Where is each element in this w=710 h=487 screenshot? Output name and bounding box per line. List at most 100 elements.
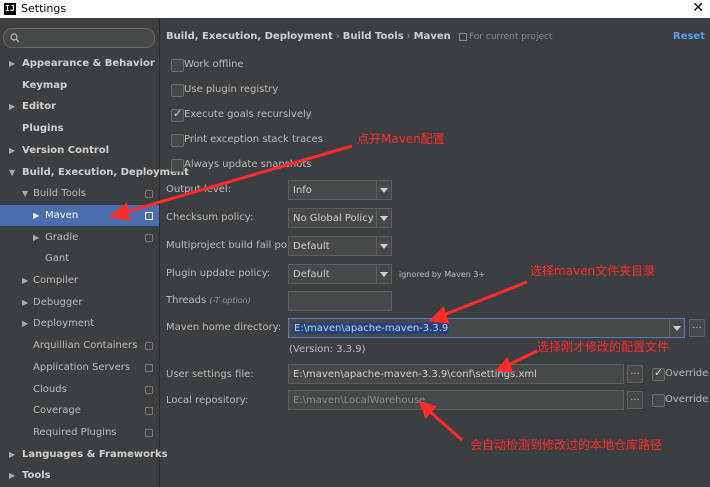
scope-note-label: For current project	[468, 32, 553, 42]
project-scope-icon	[145, 234, 153, 242]
user-settings-input[interactable]: E:\maven\apache-maven-3.3.9\conf\setting…	[288, 364, 624, 384]
chevron-down-icon	[376, 265, 391, 283]
checksum-policy-label: Checksum policy:	[166, 212, 254, 223]
sidebar-item-label: Debugger	[33, 297, 83, 308]
title-bar: IJ Settings ✕	[0, 0, 710, 18]
maven-home-select[interactable]: E:\maven\apache-maven-3.3.9	[288, 318, 685, 338]
local-repo-browse-button[interactable]: ...	[627, 391, 643, 409]
chevron-right-icon[interactable]: ▶	[33, 205, 39, 226]
search-input[interactable]	[3, 28, 155, 48]
checksum-policy-select[interactable]: No Global Policy	[288, 208, 392, 228]
plugin-update-policy-label: Plugin update policy:	[166, 268, 271, 279]
chevron-right-icon[interactable]: ▶	[22, 313, 28, 334]
user-settings-label: User settings file:	[166, 369, 254, 380]
sidebar-item-label: Keymap	[22, 80, 68, 91]
sidebar-item-debugger[interactable]: ▶ Debugger	[0, 292, 159, 313]
chevron-right-icon[interactable]: ▶	[9, 465, 15, 486]
user-settings-browse-button[interactable]: ...	[627, 365, 643, 383]
checkbox-box[interactable]	[171, 84, 184, 97]
chevron-right-icon[interactable]: ▶	[9, 444, 15, 465]
checkbox-box[interactable]	[652, 394, 665, 407]
sidebar-item-version-control[interactable]: ▶ Version Control	[0, 140, 159, 161]
sidebar-item-build-tools[interactable]: ▼ Build Tools	[0, 183, 159, 204]
sidebar-item-coverage[interactable]: Coverage	[0, 400, 159, 421]
sidebar-item-label: Clouds	[33, 384, 67, 395]
sidebar-item-compiler[interactable]: ▶ Compiler	[0, 270, 159, 291]
checkbox-label: Print exception stack traces	[184, 134, 323, 145]
project-scope-icon	[145, 386, 153, 394]
sidebar-item-tools[interactable]: ▶ Tools	[0, 465, 159, 486]
chevron-right-icon[interactable]: ▶	[22, 292, 28, 313]
project-scope-icon	[145, 190, 153, 198]
maven-home-label: Maven home directory:	[166, 322, 282, 333]
sidebar-item-label: Arquillian Containers	[33, 340, 138, 351]
chevron-right-icon[interactable]: ▶	[9, 96, 15, 117]
checkbox-box[interactable]	[171, 159, 184, 172]
annotation-open-maven: 点开Maven配置	[357, 132, 445, 146]
sidebar-item-label: Application Servers	[33, 362, 131, 373]
sidebar-item-deployment[interactable]: ▶ Deployment	[0, 313, 159, 334]
checkbox-label: Work offline	[184, 59, 244, 70]
threads-input[interactable]	[288, 291, 392, 311]
local-repo-input[interactable]: E:\maven\LocalWarehouse	[288, 390, 624, 410]
sidebar-item-plugins[interactable]: Plugins	[0, 118, 159, 139]
chevron-down-icon[interactable]: ▼	[22, 183, 28, 204]
checkbox-box[interactable]	[171, 134, 184, 147]
sidebar-item-clouds[interactable]: Clouds	[0, 379, 159, 400]
checkbox-box[interactable]: ✓	[652, 366, 665, 381]
project-scope-icon	[458, 32, 467, 41]
breadcrumb: Build, Execution, Deployment › Build Tools…	[166, 31, 552, 42]
project-scope-icon	[145, 407, 153, 415]
sidebar-item-arquillian-containers[interactable]: Arquillian Containers	[0, 335, 159, 356]
multiproject-policy-value: Default	[293, 241, 330, 252]
sidebar-item-application-servers[interactable]: Application Servers	[0, 357, 159, 378]
maven-home-value: E:\maven\apache-maven-3.3.9	[293, 323, 450, 334]
reset-link[interactable]: Reset	[673, 31, 705, 42]
checksum-policy-value: No Global Policy	[293, 213, 374, 224]
maven-home-browse-button[interactable]: ...	[689, 319, 705, 337]
breadcrumb-item: Build, Execution, Deployment	[166, 31, 333, 42]
chevron-right-icon[interactable]: ▶	[9, 140, 15, 161]
close-icon[interactable]: ✕	[692, 0, 704, 16]
chevron-down-icon	[376, 181, 391, 199]
sidebar-item-build-execution-deployment[interactable]: ▼ Build, Execution, Deployment	[0, 162, 189, 183]
breadcrumb-item: Build Tools	[342, 31, 404, 42]
annotation-select-maven-dir: 选择maven文件夹目录	[530, 264, 656, 278]
output-level-select[interactable]: Info	[288, 180, 392, 200]
checkbox-box[interactable]: ✓	[171, 107, 184, 122]
sidebar-item-languages-frameworks[interactable]: ▶ Languages & Frameworks	[0, 444, 168, 465]
chevron-down-icon	[376, 209, 391, 227]
sidebar-item-keymap[interactable]: Keymap	[0, 75, 159, 96]
chevron-right-icon[interactable]: ▶	[9, 53, 15, 74]
local-repo-value: E:\maven\LocalWarehouse	[293, 395, 426, 406]
sidebar-item-maven[interactable]: ▶ Maven	[0, 205, 159, 226]
project-scope-icon	[145, 364, 153, 372]
override-label: Override	[665, 368, 709, 379]
project-scope-icon	[145, 212, 153, 220]
annotation-auto-detect: 会自动检测到修改过的本地仓库路径	[470, 438, 663, 452]
sidebar-item-label: Gradle	[45, 232, 79, 243]
sidebar-item-gant[interactable]: Gant	[0, 248, 159, 269]
chevron-right-icon[interactable]: ▶	[33, 227, 39, 248]
search-icon	[10, 33, 20, 43]
app-logo-icon: IJ	[4, 3, 16, 15]
multiproject-policy-select[interactable]: Default	[288, 236, 392, 256]
chevron-down-icon[interactable]: ▼	[9, 162, 15, 183]
sidebar-item-required-plugins[interactable]: Required Plugins	[0, 422, 159, 443]
sidebar-item-label: Build Tools	[33, 188, 86, 199]
window-title: Settings	[21, 2, 67, 15]
chevron-right-icon[interactable]: ▶	[22, 270, 28, 291]
sidebar-item-appearance-behavior[interactable]: ▶ Appearance & Behavior	[0, 53, 159, 74]
checkmark-icon: ✓	[173, 107, 183, 120]
output-level-label: Output level:	[166, 184, 232, 195]
checkbox-label: Always update snapshots	[184, 159, 312, 170]
sidebar-item-label: Deployment	[33, 318, 95, 329]
checkbox-label: Execute goals recursively	[184, 109, 312, 120]
breadcrumb-separator: ›	[406, 31, 411, 42]
sidebar-item-editor[interactable]: ▶ Editor	[0, 96, 159, 117]
plugin-update-policy-select[interactable]: Default	[288, 264, 392, 284]
checkbox-box[interactable]	[171, 59, 184, 72]
sidebar-item-label: Languages & Frameworks	[22, 449, 168, 460]
sidebar-item-gradle[interactable]: ▶ Gradle	[0, 227, 159, 248]
settings-sidebar: ▶ Appearance & Behavior Keymap ▶ Editor Plugi…	[0, 18, 189, 487]
